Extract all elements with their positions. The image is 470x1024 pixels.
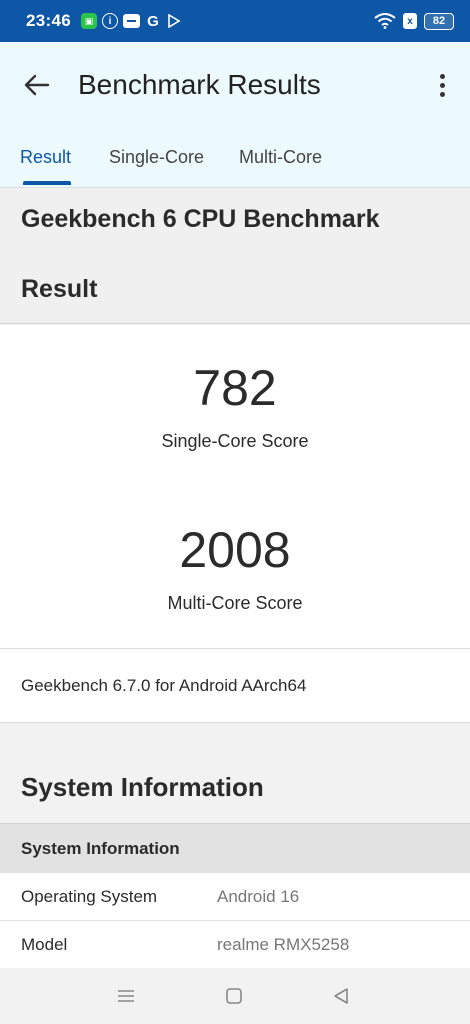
multi-core-score-value: 2008 — [179, 522, 291, 578]
row-value: realme RMX5258 — [217, 934, 350, 954]
system-navigation-bar — [0, 968, 470, 1024]
multi-core-score-label: Multi-Core Score — [167, 593, 303, 613]
message-icon — [122, 14, 140, 28]
table-row: Operating System Android 16 — [0, 873, 470, 921]
benchmark-heading: Geekbench 6 CPU Benchmark Result — [0, 189, 470, 324]
table-header: System Information — [0, 823, 470, 873]
row-key: Model — [21, 934, 68, 954]
back-nav-button[interactable] — [329, 986, 353, 1006]
status-time: 23:46 — [26, 11, 71, 30]
tab-single-core[interactable]: Single-Core — [109, 146, 204, 188]
result-heading: Result — [21, 275, 98, 303]
triangle-back-icon — [334, 988, 348, 1004]
sim-icon: x — [403, 13, 417, 29]
single-core-score-label-wrap: Single-Core Score — [0, 430, 470, 452]
app-header: Benchmark Results Result Single-Core Mul… — [0, 42, 470, 188]
single-core-score-value: 782 — [193, 360, 277, 416]
notification-icons: ▣ i G — [80, 12, 182, 30]
active-tab-indicator — [23, 181, 71, 185]
system-info-table: System Information Operating System Andr… — [0, 823, 470, 969]
back-button[interactable] — [20, 68, 54, 102]
version-info: Geekbench 6.7.0 for Android AArch64 — [21, 676, 307, 695]
play-store-icon — [166, 13, 182, 29]
recent-apps-button[interactable] — [114, 986, 138, 1006]
row-key: Operating System — [21, 886, 158, 906]
tab-multi-core[interactable]: Multi-Core — [239, 146, 322, 188]
table-row: Model realme RMX5258 — [0, 921, 470, 969]
google-icon: G — [147, 12, 159, 30]
menu-icon — [118, 990, 134, 1002]
page-title: Benchmark Results — [78, 69, 321, 100]
info-icon: i — [101, 13, 118, 29]
single-core-score-label: Single-Core Score — [161, 431, 309, 451]
status-bar: 23:46 ▣ i G x 82 — [0, 0, 470, 42]
multi-core-score-label-wrap: Multi-Core Score — [0, 592, 470, 614]
back-arrow-icon — [24, 74, 50, 96]
scores-card: 782 Single-Core Score 2008 Multi-Core Sc… — [0, 325, 470, 723]
multi-core-score: 2008 — [0, 522, 470, 578]
wechat-icon: ▣ — [80, 13, 97, 29]
system-information-heading: System Information — [21, 772, 264, 802]
row-value: Android 16 — [217, 886, 300, 906]
more-options-icon[interactable] — [430, 68, 454, 102]
home-button[interactable] — [222, 986, 246, 1006]
square-icon — [226, 988, 242, 1004]
divider — [0, 648, 470, 649]
single-core-score: 782 — [0, 360, 470, 416]
benchmark-title: Geekbench 6 CPU Benchmark — [21, 205, 380, 233]
wifi-icon — [374, 13, 396, 29]
battery-indicator: 82 — [424, 12, 454, 30]
